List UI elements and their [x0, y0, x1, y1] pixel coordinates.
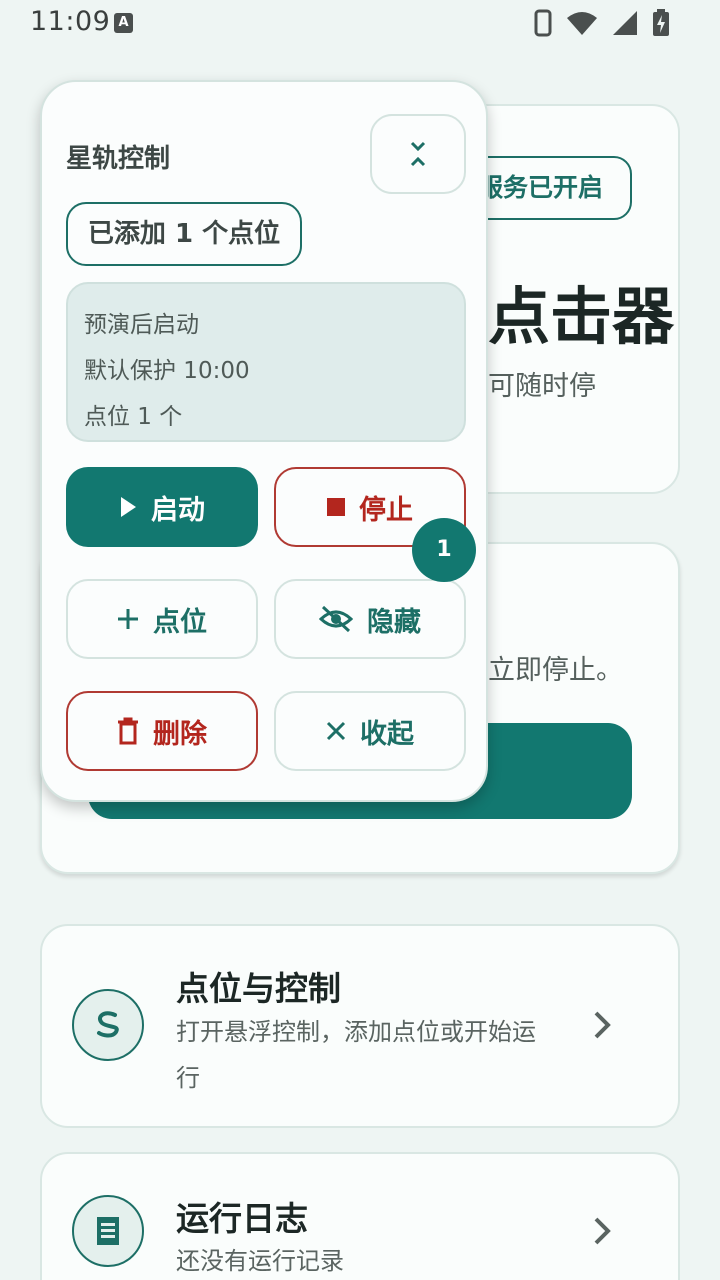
battery-charging-icon — [653, 9, 669, 36]
status-icons — [534, 9, 670, 37]
fold-button[interactable]: 收起 — [274, 691, 466, 771]
collapse-icon — [410, 141, 426, 167]
nav-desc-log: 还没有运行记录 — [176, 1247, 344, 1275]
floating-control-panel: 星轨控制 已添加 1 个点位 预演后启动 默认保护 10:00 点位 1 个 启… — [40, 80, 488, 802]
phone-icon — [534, 9, 552, 37]
play-icon — [121, 497, 136, 517]
control-card-text: 立即停止。 — [488, 655, 623, 686]
click-point-marker[interactable]: 1 — [412, 518, 476, 582]
log-icon — [72, 1195, 144, 1267]
add-point-button-label: 点位 — [153, 606, 207, 638]
protection-text: 默认保护 10:00 — [84, 358, 250, 384]
delete-button[interactable]: 删除 — [66, 691, 258, 771]
collapse-button[interactable] — [370, 114, 466, 194]
app-title: 点击器 — [488, 280, 675, 353]
points-count-text: 点位 1 个 — [84, 404, 183, 430]
wifi-icon — [567, 12, 597, 35]
stop-button-label: 停止 — [359, 494, 413, 526]
hide-button-label: 隐藏 — [367, 606, 421, 638]
notification-a-icon: A — [114, 13, 133, 33]
run-info-box: 预演后启动 默认保护 10:00 点位 1 个 — [66, 282, 466, 442]
chevron-right-icon — [594, 1217, 611, 1245]
fold-button-label: 收起 — [360, 718, 414, 750]
panel-title: 星轨控制 — [66, 144, 171, 174]
plus-icon — [118, 609, 138, 629]
chevron-right-icon — [594, 1011, 611, 1039]
point-count-chip: 已添加 1 个点位 — [66, 202, 302, 266]
nav-title-log: 运行日志 — [176, 1199, 308, 1238]
nav-title-points: 点位与控制 — [176, 969, 341, 1008]
status-time: 11:09 — [30, 6, 111, 37]
trash-icon — [118, 717, 138, 745]
add-point-button[interactable]: 点位 — [66, 579, 258, 659]
nav-desc-points: 打开悬浮控制，添加点位或开始运行 — [176, 1018, 536, 1092]
app-subtitle: 可随时停 — [488, 371, 596, 402]
route-icon — [72, 989, 144, 1061]
stop-icon — [327, 498, 345, 516]
start-button-label: 启动 — [151, 494, 205, 526]
status-bar: 11:09 A — [0, 0, 720, 48]
signal-icon — [613, 11, 637, 35]
eye-off-icon — [319, 605, 353, 633]
hide-button[interactable]: 隐藏 — [274, 579, 466, 659]
start-button[interactable]: 启动 — [66, 467, 258, 547]
run-mode-text: 预演后启动 — [84, 312, 199, 338]
close-icon — [326, 721, 346, 741]
delete-button-label: 删除 — [153, 718, 207, 750]
